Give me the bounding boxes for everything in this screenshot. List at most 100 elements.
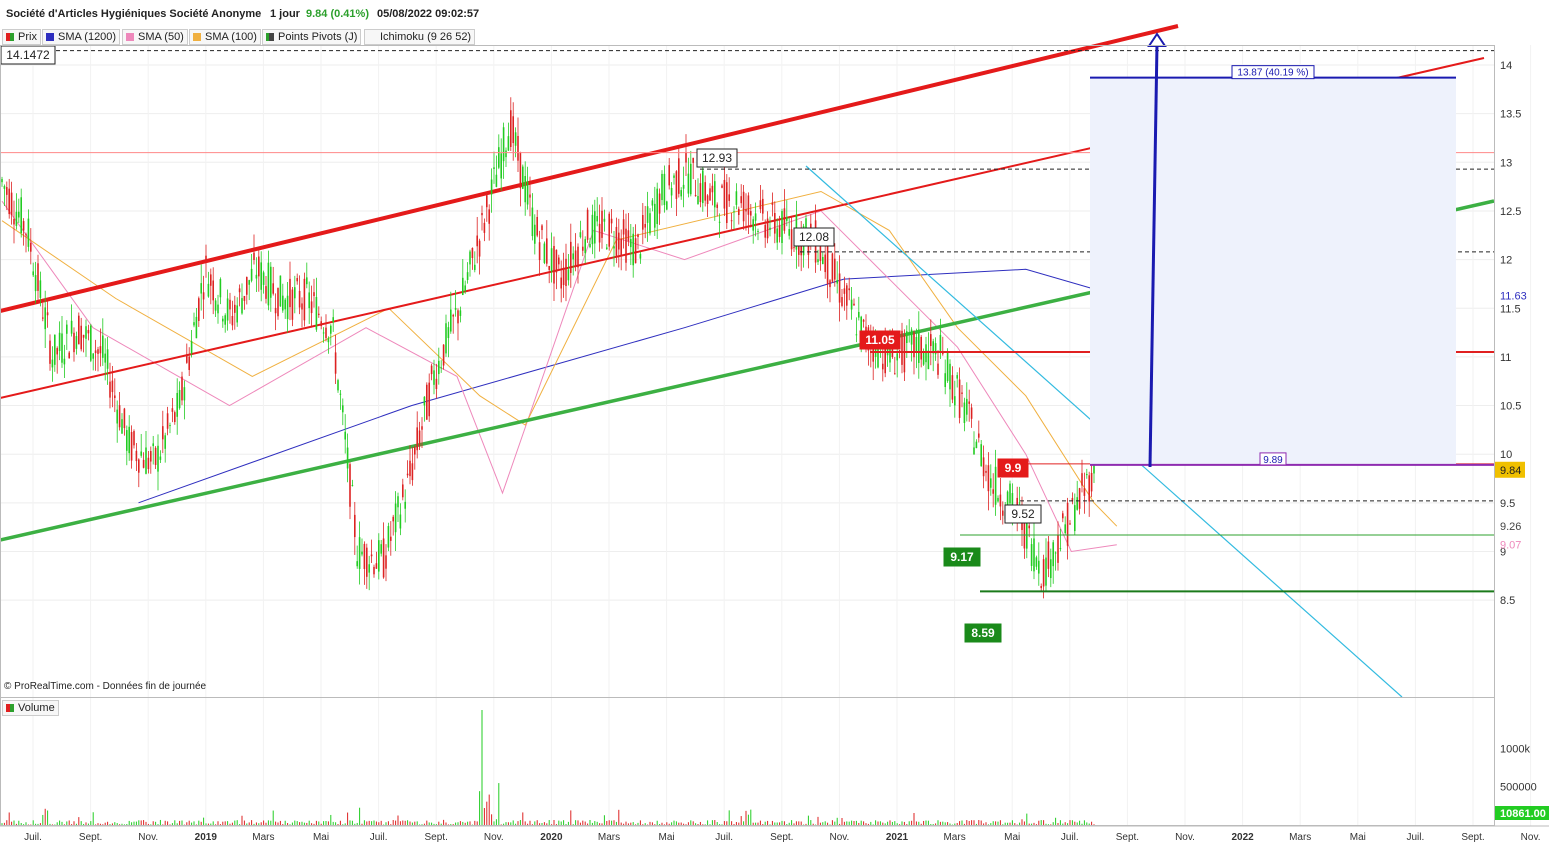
candle-body <box>582 246 584 251</box>
candle-body <box>961 392 963 394</box>
candle-body <box>711 185 714 193</box>
candle-body <box>831 253 834 282</box>
time-tick-label: Nov. <box>829 832 849 843</box>
candle-body <box>970 407 973 419</box>
candle-body <box>538 242 541 261</box>
candle-body <box>162 426 164 440</box>
candle-body <box>378 540 380 572</box>
candle-body <box>306 277 308 285</box>
candle-body <box>966 398 968 415</box>
candle-body <box>99 346 102 354</box>
axis-value-label: 9.07 <box>1500 540 1521 552</box>
candle-body <box>464 285 466 291</box>
candle-body <box>759 200 762 210</box>
candle-body <box>394 503 397 533</box>
candle-body <box>387 526 390 548</box>
candle-body <box>985 470 987 473</box>
candle-body <box>354 514 356 538</box>
candle-body <box>577 246 579 268</box>
candle-body <box>613 246 615 249</box>
candle-body <box>1059 548 1062 550</box>
legend-item-volume[interactable]: Volume <box>2 700 59 716</box>
candle-body <box>426 384 428 420</box>
candle-body <box>207 283 210 297</box>
candle-body <box>949 363 951 390</box>
candle-body <box>752 219 754 231</box>
candle-body <box>147 457 150 470</box>
price-tick-label: 8.5 <box>1500 595 1515 607</box>
candle-body <box>325 327 327 338</box>
candle-body <box>392 516 394 522</box>
candle-body <box>70 320 73 334</box>
candle-body <box>272 283 274 294</box>
candle-body <box>663 173 666 206</box>
candle-body <box>212 280 214 301</box>
candle-body <box>829 280 831 288</box>
candle-body <box>1062 513 1064 519</box>
candle-body <box>992 489 994 494</box>
candle-body <box>594 211 596 244</box>
candle-body <box>733 211 735 213</box>
candle-body <box>896 353 898 361</box>
candle-body <box>762 198 764 214</box>
candle-body <box>195 316 198 339</box>
candle-body <box>85 326 87 339</box>
candle-body <box>678 158 680 194</box>
candle-body <box>243 295 246 301</box>
candle-body <box>121 419 123 434</box>
candle-body <box>404 501 406 509</box>
candle-body <box>270 266 272 298</box>
price-tick-label: 10.5 <box>1500 401 1521 413</box>
candle-body <box>289 278 291 308</box>
candle-body <box>363 543 366 570</box>
candle-body <box>73 332 75 353</box>
candle-body <box>193 322 195 326</box>
candle-body <box>843 288 846 294</box>
candle-body <box>349 464 351 507</box>
candle-body <box>572 253 574 260</box>
candle-body <box>632 233 634 266</box>
candle-body <box>706 195 709 204</box>
candle-body <box>622 219 625 235</box>
candle-body <box>361 551 363 555</box>
candle-body <box>39 280 42 298</box>
candle-body <box>493 167 495 169</box>
candle-body <box>138 459 140 473</box>
candle-body <box>322 332 325 334</box>
candle-body <box>104 353 106 363</box>
candle-body <box>82 334 85 338</box>
candle-body <box>514 132 517 146</box>
candle-body <box>159 456 162 460</box>
candle-body <box>786 217 788 221</box>
candle-body <box>440 367 442 369</box>
candle-body <box>145 447 147 474</box>
candle-body <box>726 182 728 224</box>
candle-body <box>226 298 229 321</box>
level-9-52-label: 9.52 <box>1011 507 1035 521</box>
candle-body <box>589 243 591 248</box>
candle-body <box>1090 472 1093 492</box>
time-tick-label: Mars <box>1289 832 1311 843</box>
candle-body <box>1042 559 1045 587</box>
candle-body <box>634 238 637 264</box>
candle-body <box>457 310 459 324</box>
time-tick-label: Sept. <box>79 832 102 843</box>
candle-body <box>135 450 138 462</box>
candle-body <box>111 380 114 393</box>
candle-body <box>123 408 126 429</box>
candle-body <box>500 153 502 179</box>
candle-body <box>862 319 865 322</box>
candle-body <box>188 356 190 370</box>
candle-body <box>258 256 260 277</box>
candle-body <box>313 292 315 297</box>
level-9-9-label: 9.9 <box>1005 461 1022 475</box>
candle-body <box>1057 535 1059 563</box>
candle-body <box>315 297 318 330</box>
candle-body <box>747 195 750 215</box>
time-tick-label: Sept. <box>1116 832 1139 843</box>
candle-body <box>778 225 781 237</box>
candle-body <box>253 252 255 260</box>
candle-body <box>54 334 56 365</box>
candle-body <box>534 224 536 244</box>
candle-body <box>558 257 560 265</box>
